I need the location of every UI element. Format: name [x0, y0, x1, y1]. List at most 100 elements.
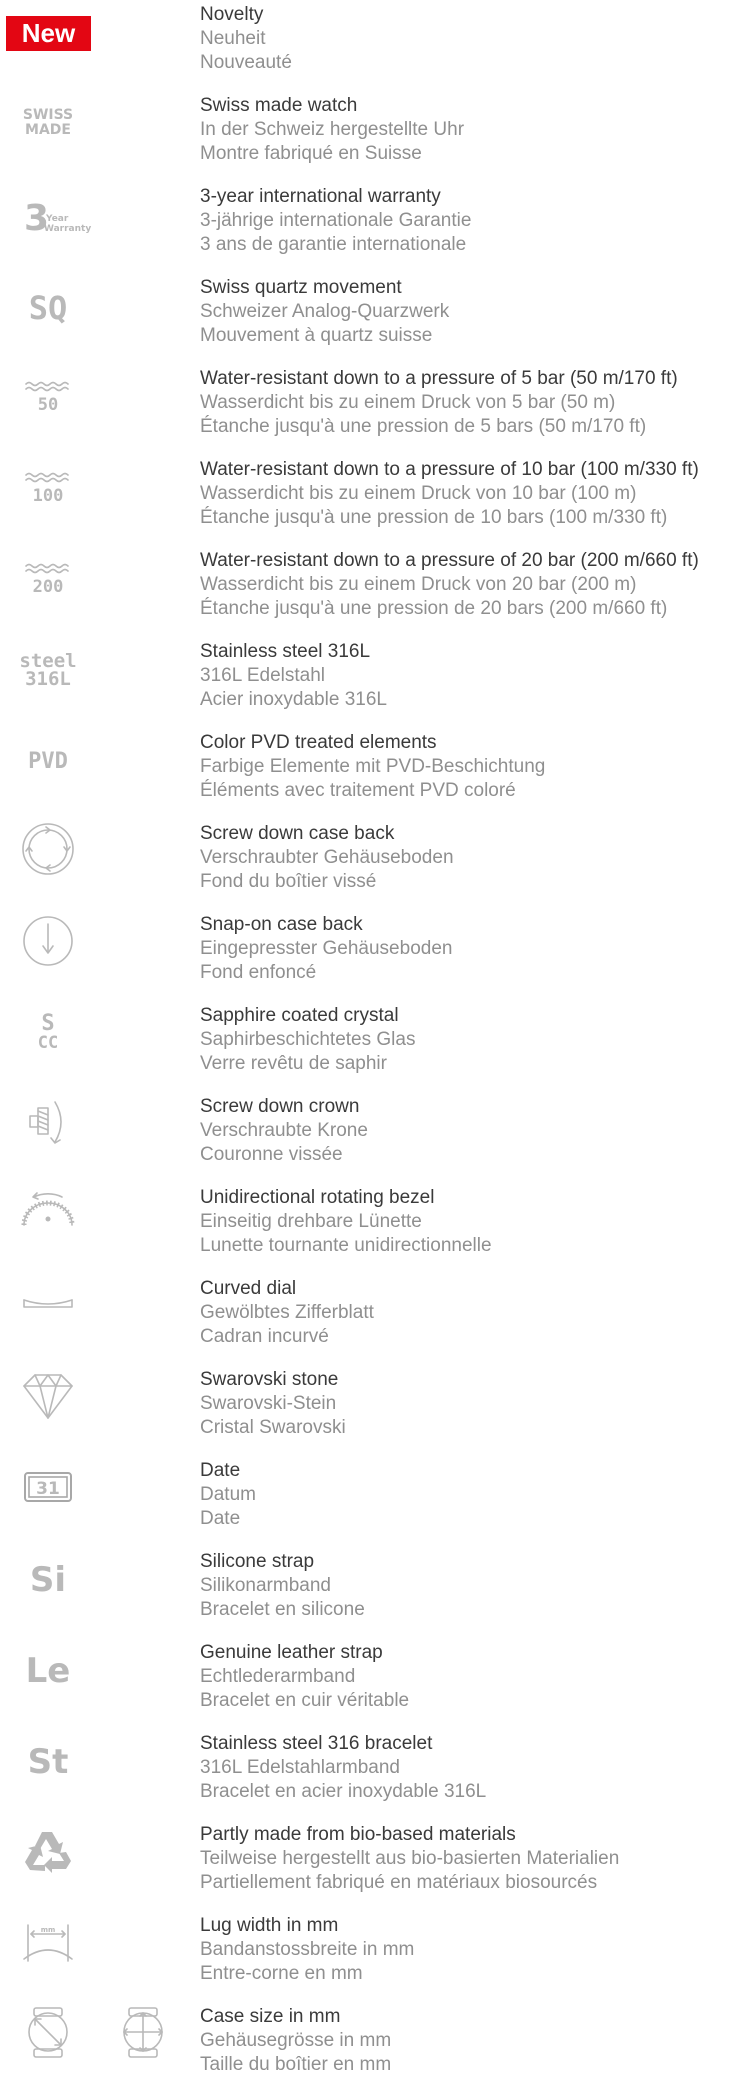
svg-text:Warranty: Warranty: [44, 224, 91, 234]
feature-name-en: 3-year international warranty: [200, 186, 441, 207]
feature-name-fr: Étanche jusqu'à une pression de 10 bars …: [200, 507, 668, 528]
case-size-icon: [0, 2002, 163, 2086]
svg-text:St: St: [28, 1742, 69, 1782]
legend-row-novelty: New Novelty Neuheit Nouveauté: [0, 0, 737, 84]
legend-row-silicone-strap: Si Silicone strap Silikonarmband Bracele…: [0, 1547, 737, 1631]
feature-name-fr: Fond enfoncé: [200, 962, 317, 983]
feature-name-fr: Bracelet en cuir véritable: [200, 1690, 410, 1711]
snap-on-case-back-icon: [0, 910, 100, 994]
recycle-icon: [0, 1820, 100, 1904]
feature-name-en: Date: [200, 1460, 241, 1481]
feature-name-de: Saphirbeschichtetes Glas: [200, 1029, 416, 1050]
feature-name-en: Genuine leather strap: [200, 1642, 383, 1663]
feature-name-en: Screw down case back: [200, 823, 395, 844]
feature-name-de: 316L Edelstahlarmband: [200, 1757, 400, 1778]
legend-row-swiss-made: SWISS MADE Swiss made watch In der Schwe…: [0, 91, 737, 175]
leather-icon: Le: [0, 1638, 100, 1722]
feature-name-en: Water-resistant down to a pressure of 20…: [200, 550, 699, 571]
svg-text:100: 100: [33, 486, 64, 506]
legend-row-water-resistant-50: 50 Water-resistant down to a pressure of…: [0, 364, 737, 448]
legend-row-unidirectional-bezel: Unidirectional rotating bezel Einseitig …: [0, 1183, 737, 1267]
date-icon: 31: [0, 1456, 100, 1540]
feature-name-de: Wasserdicht bis zu einem Druck von 10 ba…: [200, 483, 637, 504]
legend-row-swarovski-stone: Swarovski stone Swarovski-Stein Cristal …: [0, 1365, 737, 1449]
feature-name-de: Gewölbtes Zifferblatt: [200, 1302, 374, 1323]
feature-name-en: Stainless steel 316L: [200, 641, 371, 662]
feature-name-fr: Nouveauté: [200, 52, 292, 73]
feature-name-de: 3-jährige internationale Garantie: [200, 210, 472, 231]
feature-name-de: Datum: [200, 1484, 256, 1505]
water-resistant-100-icon: 100: [0, 455, 100, 539]
feature-name-fr: Entre-corne en mm: [200, 1963, 363, 1984]
water-resistant-200-icon: 200: [0, 546, 100, 630]
feature-name-de: In der Schweiz hergestellte Uhr: [200, 119, 465, 140]
feature-name-en: Unidirectional rotating bezel: [200, 1187, 435, 1208]
svg-text:200: 200: [33, 577, 64, 597]
feature-name-en: Stainless steel 316 bracelet: [200, 1733, 433, 1754]
water-resistant-50-icon: 50: [0, 364, 100, 448]
legend-row-sapphire-coated-crystal: S CC Sapphire coated crystal Saphirbesch…: [0, 1001, 737, 1085]
screw-down-case-back-icon: [0, 819, 100, 903]
feature-name-de: Silikonarmband: [200, 1575, 331, 1596]
screw-down-crown-icon: [0, 1092, 100, 1176]
legend-row-swiss-quartz: SQ Swiss quartz movement Schweizer Analo…: [0, 273, 737, 357]
feature-name-en: Swiss made watch: [200, 95, 358, 116]
feature-name-en: Partly made from bio-based materials: [200, 1824, 516, 1845]
feature-name-fr: Étanche jusqu'à une pression de 5 bars (…: [200, 416, 647, 437]
svg-text:Le: Le: [26, 1651, 71, 1691]
legend-row-lug-width: mm Lug width in mm Bandanstossbreite in …: [0, 1911, 737, 1995]
swiss-made-icon: SWISS MADE: [0, 91, 100, 175]
feature-name-de: Eingepresster Gehäuseboden: [200, 938, 453, 959]
feature-name-fr: Acier inoxydable 316L: [200, 689, 387, 710]
unidirectional-bezel-icon: [0, 1183, 100, 1267]
feature-name-en: Curved dial: [200, 1278, 297, 1299]
svg-text:31: 31: [36, 1479, 60, 1499]
feature-name-de: Neuheit: [200, 28, 266, 49]
three-year-warranty-icon: 3 Year Warranty: [0, 182, 100, 266]
feature-name-en: Snap-on case back: [200, 914, 363, 935]
legend-row-case-size: Case size in mm Gehäusegrösse in mm Tail…: [0, 2002, 737, 2086]
feature-name-de: Schweizer Analog-Quarzwerk: [200, 301, 450, 322]
legend-row-screw-down-case-back: Screw down case back Verschraubter Gehäu…: [0, 819, 737, 903]
legend-row-curved-dial: Curved dial Gewölbtes Zifferblatt Cadran…: [0, 1274, 737, 1358]
sapphire-coated-crystal-icon: S CC: [0, 1001, 100, 1085]
svg-text:MADE: MADE: [25, 122, 71, 138]
steel-bracelet-icon: St: [0, 1729, 100, 1813]
feature-name-de: Verschraubte Krone: [200, 1120, 368, 1141]
legend-row-leather-strap: Le Genuine leather strap Echtlederarmban…: [0, 1638, 737, 1722]
legend-row-water-resistant-100: 100 Water-resistant down to a pressure o…: [0, 455, 737, 539]
feature-name-de: Wasserdicht bis zu einem Druck von 5 bar…: [200, 392, 616, 413]
legend-row-date: 31 Date Datum Date: [0, 1456, 737, 1540]
legend-row-steel-316l: steel 316L Stainless steel 316L 316L Ede…: [0, 637, 737, 721]
legend-row-screw-down-crown: Screw down crown Verschraubte Krone Cour…: [0, 1092, 737, 1176]
feature-name-fr: Cadran incurvé: [200, 1326, 329, 1347]
legend-row-bio-based: Partly made from bio-based materials Tei…: [0, 1820, 737, 1904]
feature-name-de: Swarovski-Stein: [200, 1393, 337, 1414]
lug-width-icon: mm: [0, 1911, 100, 1995]
feature-name-de: Farbige Elemente mit PVD-Beschichtung: [200, 756, 546, 777]
legend-row-snap-on-case-back: Snap-on case back Eingepresster Gehäuseb…: [0, 910, 737, 994]
feature-name-fr: Lunette tournante unidirectionnelle: [200, 1235, 492, 1256]
feature-name-de: Bandanstossbreite in mm: [200, 1939, 415, 1960]
svg-text:SWISS: SWISS: [23, 107, 73, 123]
feature-name-fr: Verre revêtu de saphir: [200, 1053, 387, 1074]
svg-text:SQ: SQ: [29, 289, 68, 327]
legend-row-pvd: PVD Color PVD treated elements Farbige E…: [0, 728, 737, 812]
feature-name-en: Lug width in mm: [200, 1915, 339, 1936]
svg-text:Year: Year: [45, 214, 69, 224]
swarovski-stone-icon: [0, 1365, 100, 1449]
feature-name-en: Swiss quartz movement: [200, 277, 402, 298]
feature-name-en: Water-resistant down to a pressure of 10…: [200, 459, 699, 480]
feature-name-fr: Mouvement à quartz suisse: [200, 325, 433, 346]
svg-text:mm: mm: [41, 1926, 56, 1934]
feature-name-fr: Bracelet en acier inoxydable 316L: [200, 1781, 487, 1802]
feature-name-de: Wasserdicht bis zu einem Druck von 20 ba…: [200, 574, 637, 595]
feature-name-en: Swarovski stone: [200, 1369, 339, 1390]
feature-name-en: Case size in mm: [200, 2006, 341, 2027]
feature-name-fr: Bracelet en silicone: [200, 1599, 365, 1620]
pvd-icon: PVD: [0, 728, 100, 812]
feature-name-en: Water-resistant down to a pressure of 5 …: [200, 368, 678, 389]
feature-name-en: Screw down crown: [200, 1096, 360, 1117]
legend-row-warranty: 3 Year Warranty 3-year international war…: [0, 182, 737, 266]
feature-name-de: 316L Edelstahl: [200, 665, 326, 686]
